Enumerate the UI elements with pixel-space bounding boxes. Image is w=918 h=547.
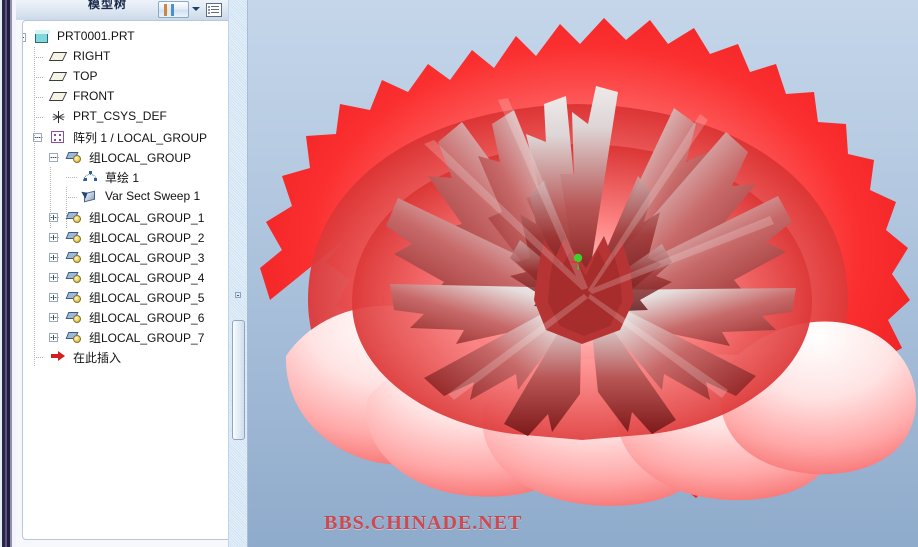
- display-settings-button[interactable]: [158, 1, 189, 18]
- tree-guide-line: [34, 117, 44, 118]
- tree-item-label: TOP: [73, 69, 98, 83]
- column-display-icon: [163, 4, 175, 16]
- tree-guide-line: [34, 57, 44, 58]
- model-tree-title: 模型树: [88, 0, 128, 11]
- sketch-icon: [83, 170, 98, 184]
- tree-item-label: 组LOCAL_GROUP_4: [89, 271, 205, 285]
- group-icon: [65, 230, 82, 244]
- tree-guide-line: [50, 297, 60, 298]
- tree-guide-line: [50, 237, 60, 238]
- splitter-handle-dot[interactable]: [235, 292, 241, 298]
- group-icon: [65, 210, 82, 224]
- group-icon: [65, 290, 82, 304]
- tree-guide-line: [50, 317, 60, 318]
- insert-here-icon: [51, 350, 66, 364]
- group-icon: [65, 330, 82, 344]
- group-icon: [65, 150, 82, 164]
- tree-guide-line: [66, 187, 67, 229]
- group-icon: [65, 270, 82, 284]
- pattern-icon: [51, 130, 66, 144]
- tree-settings-button[interactable]: [204, 1, 229, 18]
- tree-guide-line: [34, 97, 44, 98]
- tree-guide-line: [34, 77, 44, 78]
- tree-guide-line: [50, 257, 60, 258]
- tree-guide-line: [34, 47, 35, 367]
- tree-guide-line: [34, 137, 44, 138]
- list-settings-icon: [206, 3, 222, 17]
- tree-item-label: 组LOCAL_GROUP_7: [89, 331, 205, 345]
- sweep-icon: [81, 189, 98, 204]
- forum-watermark: BBS.CHINADE.NET: [324, 512, 523, 534]
- tree-guide-line: [66, 177, 78, 178]
- model-tree-toolbar: 模型树: [16, 0, 246, 20]
- part-icon: [35, 30, 50, 44]
- group-icon: [65, 250, 82, 264]
- tree-item-label: PRT0001.PRT: [57, 29, 135, 43]
- datum-plane-icon: [48, 50, 68, 64]
- tree-guide-line: [50, 157, 60, 158]
- tree-item-label: 组LOCAL_GROUP_3: [89, 251, 205, 265]
- tree-guide-line: [50, 167, 51, 229]
- tree-item-label: 组LOCAL_GROUP: [89, 151, 192, 165]
- tree-item-label: FRONT: [73, 89, 115, 103]
- graphics-viewport[interactable]: BBS.CHINADE.NET: [248, 0, 918, 547]
- tree-item-label: PRT_CSYS_DEF: [73, 109, 167, 123]
- tree-guide-line: [34, 357, 44, 358]
- tree-guide-line: [50, 277, 60, 278]
- tree-item-label: 组LOCAL_GROUP_6: [89, 311, 205, 325]
- tree-item-label: 在此插入: [73, 351, 122, 365]
- chevron-down-icon[interactable]: [192, 7, 200, 11]
- flower-model-render: [260, 18, 916, 506]
- tree-item-label: 组LOCAL_GROUP_2: [89, 231, 205, 245]
- coordinate-system-marker-icon: [571, 253, 583, 270]
- tree-guide-line: [50, 217, 60, 218]
- tree-guide-line: [50, 337, 60, 338]
- coordinate-system-icon: [51, 110, 66, 124]
- datum-plane-icon: [48, 70, 68, 84]
- tree-expander-toggle[interactable]: [23, 33, 26, 42]
- tree-item-label: 组LOCAL_GROUP_5: [89, 291, 205, 305]
- model-tree-list[interactable]: PRT0001.PRT RIGHT TOP FRONT PRT_CSYS_DEF 阵列 1…: [22, 20, 240, 540]
- tree-item-label: 阵列 1 / LOCAL_GROUP: [73, 131, 208, 145]
- pro-engineer-window: 模型树 PRT0001.PRT RIGHT TOP FRONT PRT_CSYS_DEF…: [0, 0, 918, 547]
- tree-item-label: Var Sect Sweep 1: [105, 189, 201, 203]
- vertical-scrollbar-thumb[interactable]: [232, 320, 245, 440]
- tree-item-label: RIGHT: [73, 49, 111, 63]
- group-icon: [65, 310, 82, 324]
- datum-plane-icon: [48, 90, 68, 104]
- tree-item-label: 草绘 1: [105, 171, 140, 185]
- tree-item-label: 组LOCAL_GROUP_1: [89, 211, 205, 225]
- panel-splitter[interactable]: [228, 0, 248, 547]
- tree-guide-line: [66, 197, 78, 198]
- model-tree-panel: 模型树 PRT0001.PRT RIGHT TOP FRONT PRT_CSYS_DEF…: [16, 0, 246, 547]
